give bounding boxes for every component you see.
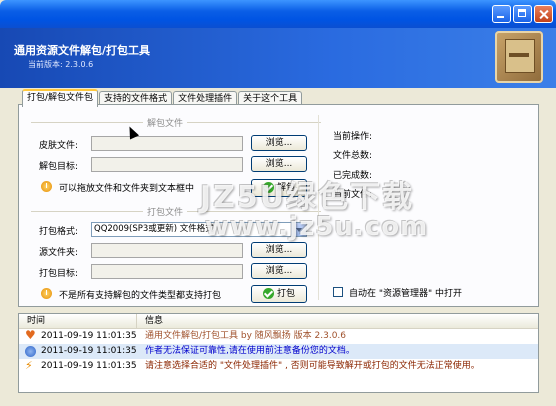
source-folder-label: 源文件夹: — [39, 248, 79, 258]
browse-skin-button[interactable]: 浏览... — [251, 135, 307, 151]
pack-support-hint: 不是所有支持解包的文件类型都支持打包 — [59, 291, 222, 301]
info-icon — [41, 181, 52, 192]
browse-unpack-target-button[interactable]: 浏览... — [251, 156, 307, 172]
heart-icon — [25, 328, 36, 343]
app-version: 当前版本: 2.3.0.6 — [28, 60, 94, 69]
log-panel: 时间 信息 2011-09-19 11:01:35 通用文件解包/打包工具 by… — [18, 313, 539, 393]
status-panel: 当前操作: 文件总数: 已完成数: 当前文件: 自动在 "资源管理器" 中打开 — [318, 115, 519, 300]
log-row[interactable]: 2011-09-19 11:01:35 请注意选择合适的 "文件处理插件" , … — [19, 358, 538, 374]
pack-button[interactable]: 打包 — [251, 285, 307, 303]
browse-pack-target-button[interactable]: 浏览... — [251, 263, 307, 279]
log-time: 2011-09-19 11:01:35 — [41, 361, 137, 371]
app-title: 通用资源文件解包/打包工具 — [14, 44, 151, 57]
completed-label: 已完成数: — [333, 171, 373, 181]
open-in-explorer-checkbox[interactable] — [333, 287, 343, 297]
maximize-button[interactable] — [513, 5, 532, 23]
source-folder-input[interactable] — [91, 243, 243, 258]
current-op-label: 当前操作: — [333, 132, 373, 142]
tab-pack-unpack[interactable]: 打包/解包文件包 — [22, 89, 99, 107]
package-logo-icon — [495, 31, 543, 83]
browse-source-button[interactable]: 浏览... — [251, 242, 307, 258]
pack-format-label: 打包格式: — [39, 227, 79, 237]
log-row[interactable]: 2011-09-19 11:01:35 作者无法保证可靠性,请在使用前注意备份您… — [19, 344, 538, 359]
unpack-target-input[interactable] — [91, 157, 243, 172]
pack-button-label: 打包 — [276, 289, 295, 299]
log-col-time[interactable]: 时间 — [19, 314, 137, 328]
log-row[interactable]: 2011-09-19 11:01:35 通用文件解包/打包工具 by 随风飘扬 … — [19, 328, 538, 344]
title-bar[interactable] — [0, 0, 556, 28]
unpack-group-title: 解包文件 — [143, 116, 188, 129]
pack-target-input[interactable] — [91, 264, 243, 279]
check-icon — [262, 288, 274, 299]
skin-file-input[interactable] — [91, 136, 243, 151]
app-window: 通用资源文件解包/打包工具 当前版本: 2.3.0.6 打包/解包文件包 支持的… — [0, 0, 556, 406]
log-message: 通用文件解包/打包工具 by 随风飘扬 版本 2.3.0.6 — [145, 331, 347, 341]
skin-file-label: 皮肤文件: — [39, 141, 79, 151]
close-button[interactable] — [534, 5, 553, 23]
log-col-info[interactable]: 信息 — [137, 314, 538, 328]
log-header: 时间 信息 — [19, 314, 538, 329]
unpack-button-label: 解包 — [276, 183, 295, 193]
unpack-target-label: 解包目标: — [39, 162, 79, 172]
minimize-button[interactable] — [492, 5, 511, 23]
drag-drop-hint: 可以拖放文件和文件夹到文本框中 — [59, 184, 195, 194]
pack-format-value: QQ2009(SP3或更新) 文件格式 — [94, 224, 214, 234]
bolt-icon — [25, 358, 36, 373]
check-icon — [262, 182, 274, 193]
log-message: 请注意选择合适的 "文件处理插件" , 否则可能导致解开或打包的文件无法正常使用… — [145, 361, 480, 371]
chevron-down-icon[interactable] — [291, 223, 306, 236]
open-in-explorer-label[interactable]: 自动在 "资源管理器" 中打开 — [349, 286, 462, 299]
pack-group-title: 打包文件 — [143, 205, 188, 218]
log-time: 2011-09-19 11:01:35 — [41, 331, 137, 341]
info-icon — [25, 346, 36, 357]
log-message: 作者无法保证可靠性,请在使用前注意备份您的文档。 — [145, 346, 355, 356]
pack-target-label: 打包目标: — [39, 269, 79, 279]
tab-bar: 打包/解包文件包 支持的文件格式 文件处理插件 关于这个工具 — [22, 89, 303, 107]
current-file-label: 当前文件: — [333, 190, 373, 200]
unpack-button[interactable]: 解包 — [251, 179, 307, 197]
pack-format-select[interactable]: QQ2009(SP3或更新) 文件格式 — [91, 222, 307, 237]
warning-icon — [41, 288, 52, 299]
app-header: 通用资源文件解包/打包工具 当前版本: 2.3.0.6 — [0, 28, 556, 88]
log-time: 2011-09-19 11:01:35 — [41, 346, 137, 356]
total-files-label: 文件总数: — [333, 151, 373, 161]
